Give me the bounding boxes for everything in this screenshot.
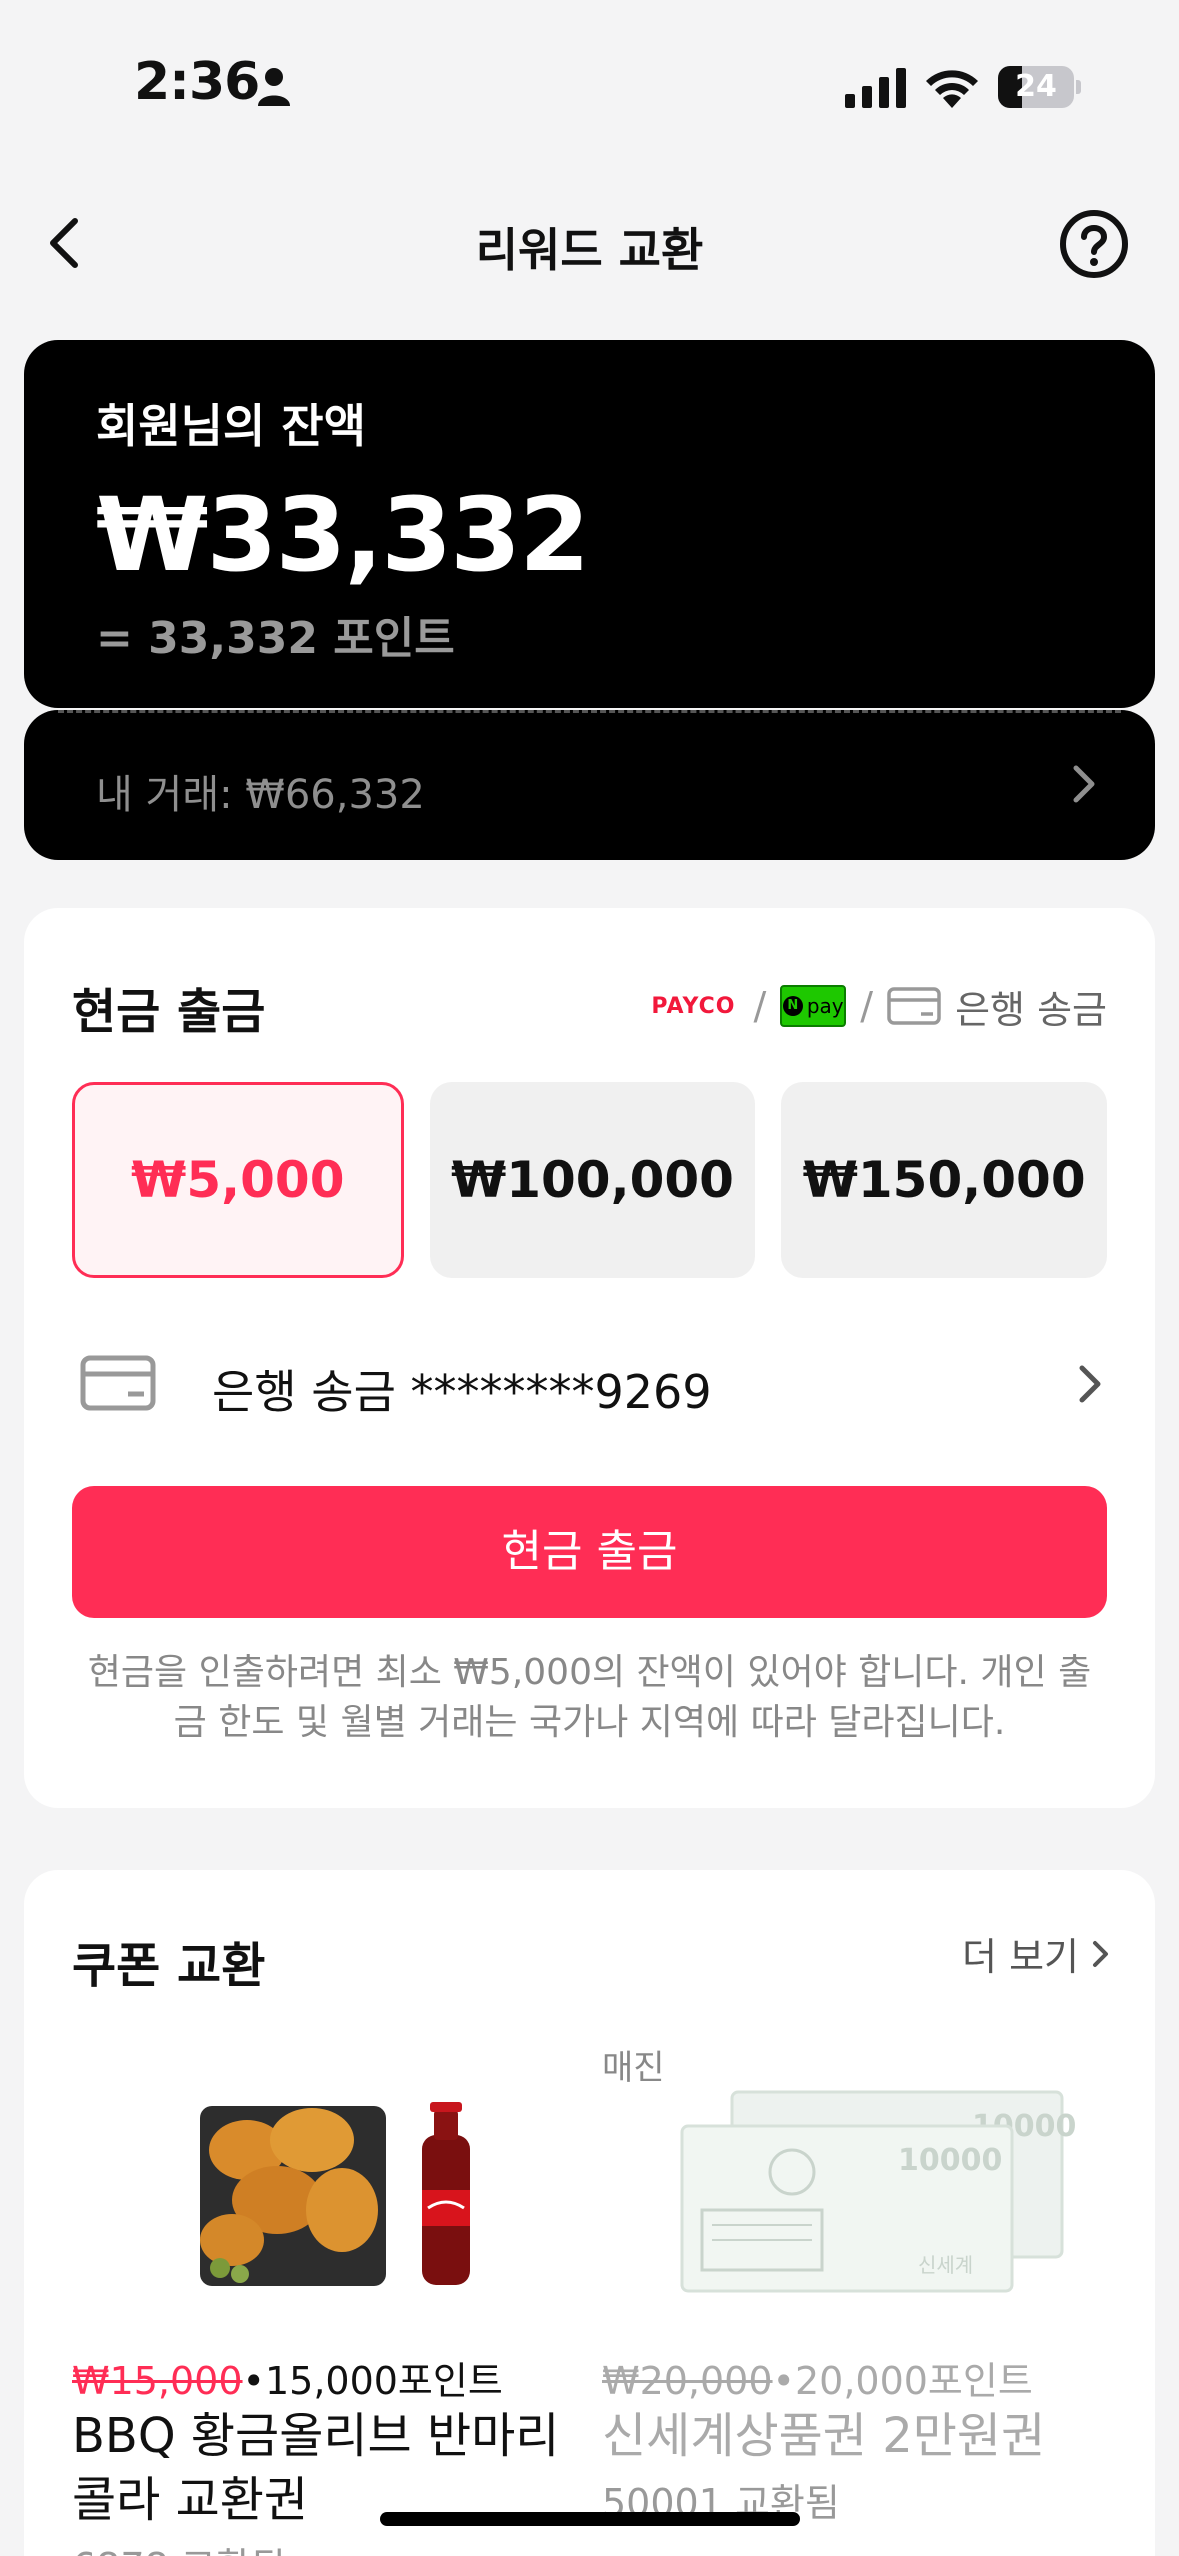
amount-option[interactable]: ₩150,000 (781, 1082, 1108, 1278)
balance-points: = 33,332 포인트 (96, 613, 455, 664)
balance-card: 회원님의 잔액 ₩33,332 = 33,332 포인트 (24, 340, 1155, 708)
help-icon[interactable] (1058, 208, 1130, 280)
npay-text: pay (806, 994, 844, 1018)
cash-withdrawal-title: 현금 출금 (72, 984, 266, 1040)
cash-withdrawal-card: 현금 출금 PAYCO / N pay / 은행 송금 ₩5,000 ₩100,… (24, 908, 1155, 1808)
status-time: 2:36 (134, 52, 260, 112)
balance-label: 회원님의 잔액 (96, 399, 366, 453)
voucher-brand: 신세계 (918, 2253, 973, 2277)
withdrawal-notice: 현금을 인출하려면 최소 ₩5,000의 잔액이 있어야 합니다. 개인 출금 … (87, 1652, 1092, 1743)
cash-withdraw-button[interactable]: 현금 출금 (72, 1486, 1107, 1618)
method-separator: / (753, 984, 767, 1028)
npay-logo: N pay (780, 985, 847, 1027)
chevron-right-icon (1093, 1940, 1108, 1967)
person-icon (258, 68, 290, 106)
page-title: 리워드 교환 (475, 223, 704, 277)
exchange-count: 6878 교환됨 (72, 2536, 286, 2556)
bank-transfer-label: 은행 송금 (955, 987, 1107, 1032)
bank-account-row[interactable]: 은행 송금 ********9269 (72, 1328, 1107, 1438)
see-more-link[interactable]: 더 보기 (962, 1926, 1111, 1981)
chicken-cola-image (200, 2102, 470, 2286)
chevron-right-icon (1079, 1365, 1101, 1403)
transaction-total: 내 거래: ₩66,332 (96, 772, 425, 818)
payment-methods: PAYCO / N pay / 은행 송금 (647, 976, 1107, 1036)
sold-out-badge: 매진 (602, 2048, 665, 2088)
cellular-signal-icon (845, 68, 906, 108)
nav-bar: 리워드 교환 (0, 190, 1179, 300)
coupon-price: ₩15,000•15,000포인트 (72, 2350, 503, 2405)
npay-n-icon: N (782, 996, 803, 1016)
transaction-history-row[interactable]: 내 거래: ₩66,332 (24, 710, 1155, 860)
point-price: 15,000포인트 (264, 2359, 503, 2403)
status-bar: 2:36 24 (0, 0, 1179, 150)
amount-options: ₩5,000 ₩100,000 ₩150,000 (72, 1082, 1108, 1278)
amount-option[interactable]: ₩100,000 (429, 1082, 756, 1278)
dashed-divider (58, 710, 1121, 713)
voucher-value-front: 10000 (898, 2143, 1002, 2178)
coupon-exchange-card: 쿠폰 교환 더 보기 ₩15,000•15,000포인트 BBQ 황금올리브 반… (24, 1870, 1155, 2556)
coupon-price: ₩20,000•20,000포인트 (602, 2350, 1033, 2405)
original-price: ₩15,000 (72, 2359, 243, 2403)
credit-card-icon (887, 987, 941, 1025)
coupon-name: 신세계상품권 2만원권 (602, 2408, 1046, 2464)
battery-level: 24 (1015, 69, 1057, 104)
original-price: ₩20,000 (602, 2359, 773, 2403)
battery-icon: 24 (998, 66, 1081, 108)
see-more-label: 더 보기 (962, 1935, 1079, 1979)
bank-account-label: 은행 송금 ********9269 (212, 1365, 712, 1419)
amount-option[interactable]: ₩5,000 (72, 1082, 404, 1278)
point-price: 20,000포인트 (794, 2359, 1033, 2403)
chevron-right-icon (1073, 765, 1095, 803)
method-separator: / (860, 984, 874, 1028)
credit-card-icon (80, 1355, 156, 1411)
coupon-exchange-title: 쿠폰 교환 (72, 1938, 266, 1994)
price-separator: • (772, 2359, 795, 2403)
balance-amount: ₩33,332 (96, 476, 590, 595)
home-indicator[interactable] (380, 2512, 800, 2526)
wifi-icon (926, 70, 978, 108)
payco-logo: PAYCO (651, 993, 736, 1019)
gift-voucher-image: 10000 10000 신세계 (680, 2090, 1076, 2293)
price-separator: • (242, 2359, 265, 2403)
